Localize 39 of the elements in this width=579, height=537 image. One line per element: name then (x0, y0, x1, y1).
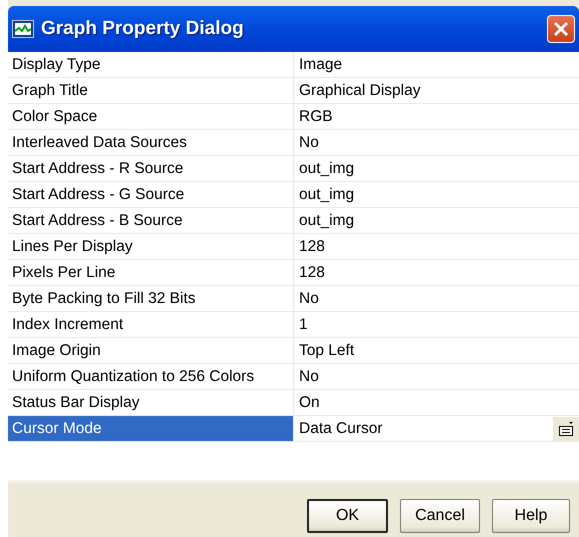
property-value[interactable]: out_img (294, 212, 579, 230)
property-value[interactable]: 128 (294, 264, 579, 282)
property-value[interactable]: out_img (294, 186, 579, 204)
property-value[interactable]: Image (294, 56, 579, 74)
property-name[interactable]: Byte Packing to Fill 32 Bits (8, 286, 294, 311)
property-name[interactable]: Pixels Per Line (8, 260, 294, 285)
property-name[interactable]: Index Increment (8, 312, 294, 337)
property-name[interactable]: Uniform Quantization to 256 Colors (8, 364, 294, 389)
property-name[interactable]: Graph Title (8, 78, 294, 103)
dialog-button[interactable]: OK (307, 499, 388, 533)
property-name[interactable]: Start Address - R Source (8, 156, 294, 181)
property-value[interactable]: No (294, 290, 579, 308)
close-icon[interactable] (552, 20, 570, 38)
list-icon[interactable] (558, 420, 574, 436)
property-name[interactable]: Start Address - G Source (8, 182, 294, 207)
close-button[interactable] (547, 15, 575, 43)
property-name[interactable]: Image Origin (8, 338, 294, 363)
property-value[interactable]: Data Cursor (294, 420, 552, 438)
property-name[interactable]: Start Address - B Source (8, 208, 294, 233)
property-value[interactable]: out_img (294, 160, 579, 178)
property-value[interactable]: Graphical Display (294, 82, 579, 100)
property-value[interactable]: No (294, 134, 579, 152)
property-value[interactable]: RGB (294, 108, 579, 126)
property-value[interactable]: No (294, 368, 579, 386)
property-value[interactable]: On (294, 394, 579, 412)
property-name[interactable]: Status Bar Display (8, 390, 294, 415)
property-value[interactable]: Top Left (294, 342, 579, 360)
property-value[interactable]: 128 (294, 238, 579, 256)
property-name[interactable]: Lines Per Display (8, 234, 294, 259)
graph-icon (12, 20, 34, 38)
dialog-button[interactable]: Help (492, 499, 570, 533)
dropdown-button[interactable] (552, 416, 579, 440)
property-name[interactable]: Cursor Mode (8, 416, 294, 441)
dialog-button[interactable]: Cancel (400, 499, 480, 533)
property-value[interactable]: 1 (294, 316, 579, 334)
window-title: Graph Property Dialog (41, 18, 245, 40)
property-name[interactable]: Interleaved Data Sources (8, 130, 294, 155)
property-name[interactable]: Color Space (8, 104, 294, 129)
property-name[interactable]: Display Type (8, 52, 294, 77)
